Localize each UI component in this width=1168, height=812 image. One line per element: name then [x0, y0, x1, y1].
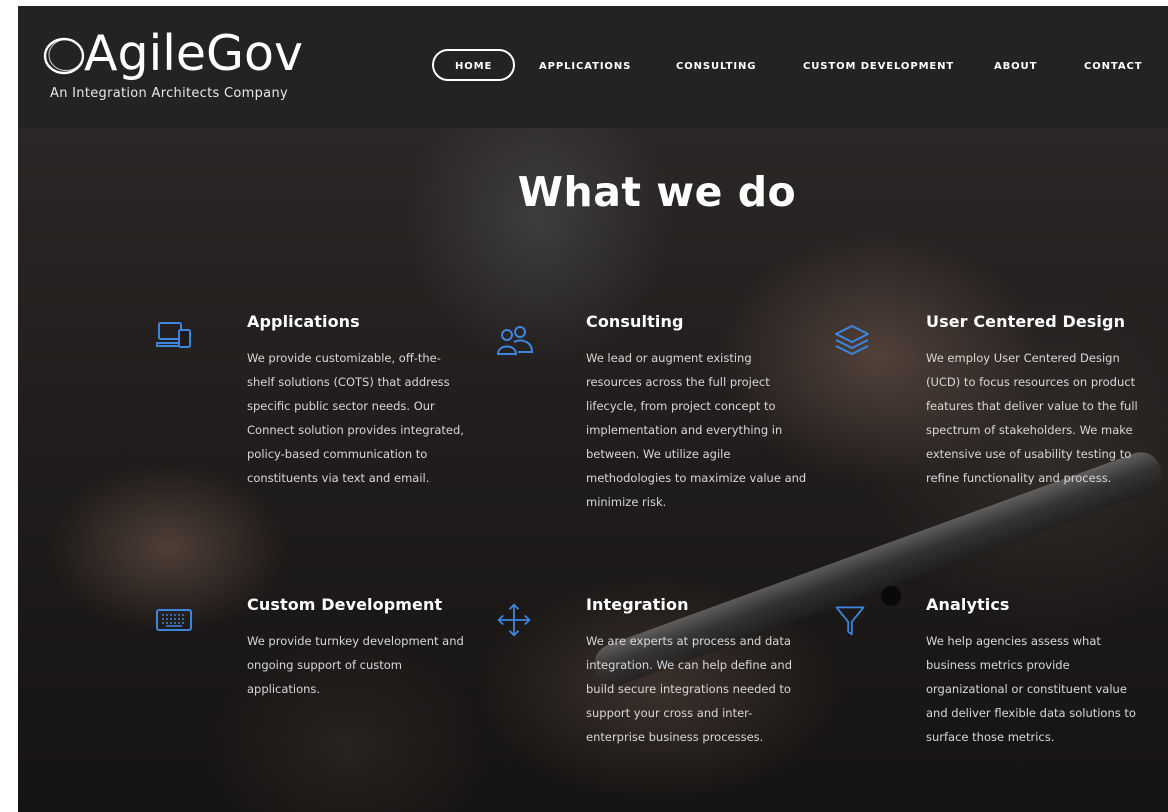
people-icon: [496, 326, 534, 355]
desc-line: specific public sector needs. Our: [247, 399, 435, 413]
devices-icon: [156, 322, 191, 348]
nav-item-home[interactable]: HOME: [432, 49, 516, 81]
desc-line: support your cross and inter-: [586, 706, 753, 720]
page-frame: AgileGov An Integration Architects Compa…: [18, 6, 1168, 812]
nav-item-about[interactable]: ABOUT: [994, 52, 1037, 82]
layers-icon: [835, 325, 869, 355]
desc-line: between. We utilize agile: [586, 447, 731, 461]
desc-line: and deliver flexible data solutions to: [926, 706, 1136, 720]
service-title: Applications: [247, 312, 360, 331]
service-description: We help agencies assess what business me…: [926, 629, 1166, 749]
service-title: Custom Development: [247, 595, 443, 614]
desc-line: enterprise business processes.: [586, 730, 764, 744]
background-phone-detail: [881, 586, 901, 606]
desc-line: We employ User Centered Design: [926, 351, 1120, 365]
service-title: User Centered Design: [926, 312, 1126, 331]
logo-tagline: An Integration Architects Company: [50, 86, 288, 101]
desc-line: We help agencies assess what: [926, 634, 1101, 648]
move-arrows-icon: [497, 603, 531, 637]
keyboard-icon: [156, 609, 192, 631]
desc-line: policy-based communication to: [247, 447, 428, 461]
desc-line: applications.: [247, 682, 321, 696]
desc-line: We provide customizable, off-the-: [247, 351, 441, 365]
desc-line: refine functionality and process.: [926, 471, 1112, 485]
desc-line: minimize risk.: [586, 495, 667, 509]
main-nav: HOME APPLICATIONS CONSULTING CUSTOM DEVE…: [18, 49, 1168, 82]
desc-line: We provide turnkey development and: [247, 634, 464, 648]
desc-line: We are experts at process and data: [586, 634, 791, 648]
service-description: We are experts at process and data integ…: [586, 629, 826, 749]
desc-line: (UCD) to focus resources on product: [926, 375, 1136, 389]
desc-line: lifecycle, from project concept to: [586, 399, 776, 413]
nav-item-consulting[interactable]: CONSULTING: [676, 52, 756, 82]
desc-line: ongoing support of custom: [247, 658, 402, 672]
service-title: Consulting: [586, 312, 684, 331]
service-title: Analytics: [926, 595, 1010, 614]
section-title: What we do: [517, 168, 797, 216]
desc-line: implementation and everything in: [586, 423, 783, 437]
desc-line: constituents via text and email.: [247, 471, 430, 485]
desc-line: business metrics provide: [926, 658, 1070, 672]
desc-line: extensive use of usability testing to: [926, 447, 1132, 461]
desc-line: surface those metrics.: [926, 730, 1055, 744]
desc-line: spectrum of stakeholders. We make: [926, 423, 1133, 437]
service-title: Integration: [586, 595, 689, 614]
what-we-do-section: What we do Applications We provide custo…: [18, 128, 1168, 812]
desc-line: integration. We can help define and: [586, 658, 793, 672]
nav-item-custom-development[interactable]: CUSTOM DEVELOPMENT: [803, 52, 954, 82]
funnel-icon: [835, 606, 865, 636]
nav-item-applications[interactable]: APPLICATIONS: [539, 52, 631, 82]
service-description: We provide customizable, off-the- shelf …: [247, 346, 487, 490]
desc-line: resources across the full project: [586, 375, 770, 389]
site-header: AgileGov An Integration Architects Compa…: [18, 6, 1168, 128]
desc-line: shelf solutions (COTS) that address: [247, 375, 450, 389]
nav-item-contact[interactable]: CONTACT: [1084, 52, 1142, 82]
service-description: We lead or augment existing resources ac…: [586, 346, 826, 514]
desc-line: Connect solution provides integrated,: [247, 423, 464, 437]
desc-line: build secure integrations needed to: [586, 682, 791, 696]
desc-line: organizational or constituent value: [926, 682, 1127, 696]
desc-line: methodologies to maximize value and: [586, 471, 807, 485]
service-description: We employ User Centered Design (UCD) to …: [926, 346, 1166, 490]
desc-line: We lead or augment existing: [586, 351, 752, 365]
service-description: We provide turnkey development and ongoi…: [247, 629, 487, 701]
desc-line: features that deliver value to the full: [926, 399, 1138, 413]
